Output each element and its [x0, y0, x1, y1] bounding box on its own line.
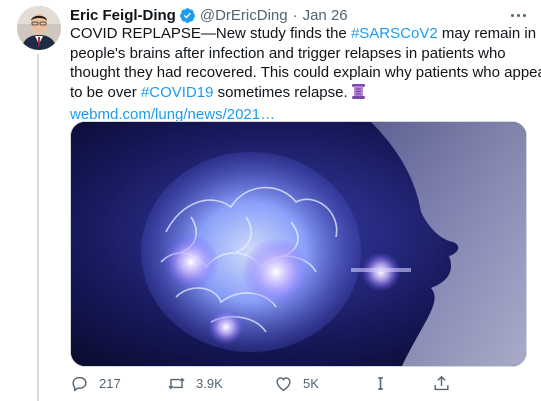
tweet-text: COVID REPLAPSE—New study finds the #SARS… — [70, 24, 541, 125]
tweet-text-line: thought they had recovered. This could e… — [70, 64, 541, 81]
like-icon — [274, 374, 293, 393]
author-handle[interactable]: @DrEricDing — [200, 7, 288, 24]
tweet-actions: 217 3.9K 5K — [70, 372, 470, 394]
text-segment: sometimes relapse. — [213, 83, 348, 101]
tweet-date[interactable]: Jan 26 — [303, 7, 348, 24]
tweet-text-line: people's brains after infection and trig… — [70, 44, 506, 62]
like-count: 5K — [303, 375, 319, 391]
text-segment: to be over — [70, 83, 141, 101]
like-button[interactable]: 5K — [274, 372, 319, 394]
tweet-image[interactable] — [70, 121, 527, 367]
verified-badge-icon — [179, 7, 196, 24]
stat-button[interactable] — [371, 372, 390, 394]
more-icon[interactable] — [507, 6, 529, 24]
retweet-count: 3.9K — [196, 375, 223, 391]
reply-button[interactable]: 217 — [70, 372, 121, 394]
thread-line — [37, 54, 39, 401]
tweet-text-line: COVID REPLAPSE—New study finds the #SARS… — [70, 24, 536, 44]
share-icon — [432, 374, 451, 393]
author-name[interactable]: Eric Feigl-Ding — [70, 7, 176, 24]
reply-icon — [70, 374, 89, 393]
separator-dot: · — [292, 6, 298, 24]
tweet-header: Eric Feigl-Ding @DrEricDing · Jan 26 — [70, 5, 348, 25]
hashtag-covid19[interactable]: #COVID19 — [141, 84, 214, 101]
retweet-icon — [167, 374, 186, 393]
stat-icon — [371, 374, 390, 393]
avatar[interactable] — [17, 6, 61, 50]
retweet-button[interactable]: 3.9K — [167, 372, 223, 394]
tweet[interactable]: Eric Feigl-Ding @DrEricDing · Jan 26 COV… — [0, 0, 541, 401]
text-segment: COVID REPLAPSE—New study finds the — [70, 25, 351, 42]
share-button[interactable] — [432, 372, 451, 394]
tweet-text-line: to be over #COVID19 sometimes relapse. — [70, 83, 528, 106]
reply-count: 217 — [99, 375, 121, 391]
hashtag-sarscov2[interactable]: #SARSCoV2 — [351, 25, 438, 42]
scroll-emoji-icon — [351, 83, 366, 106]
text-segment: may remain in — [437, 25, 537, 42]
